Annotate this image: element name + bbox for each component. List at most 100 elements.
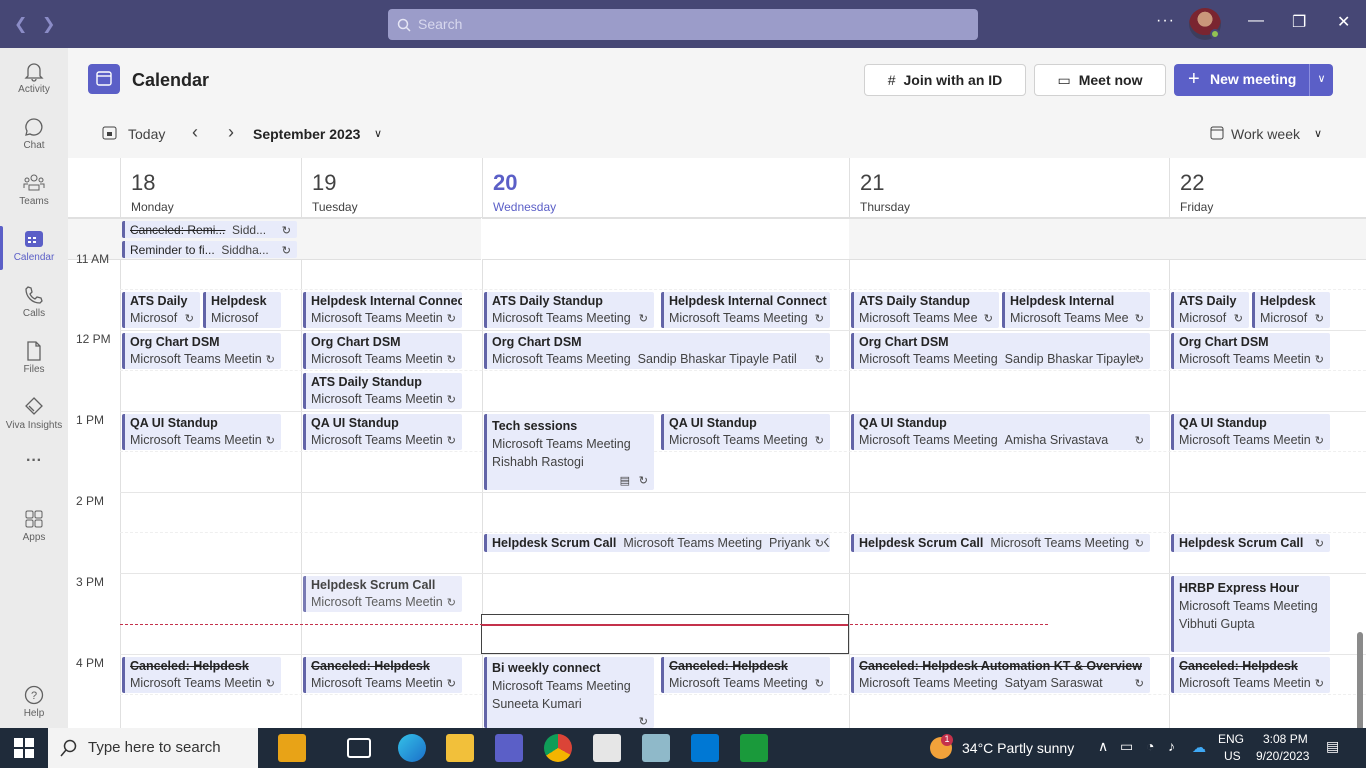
event-org-chart[interactable]: Org Chart DSM Microsoft Teams Meetin ↻ xyxy=(122,333,281,369)
view-switcher[interactable]: Work week xyxy=(1231,126,1300,142)
volume-icon[interactable]: ♪ xyxy=(1168,738,1175,754)
event-org-chart[interactable]: Org Chart DSM Microsoft Teams Meetin ↻ xyxy=(303,333,462,369)
rail-help[interactable]: ? Help xyxy=(0,678,68,730)
event-ats-standup[interactable]: ATS Daily Standup Microsoft Teams Mee ↻ xyxy=(851,292,999,328)
viva-insights-icon xyxy=(25,397,43,415)
more-options-icon[interactable]: ··· xyxy=(1156,12,1175,30)
event-helpdesk-internal[interactable]: Helpdesk Internal Connect Microsoft Teams… xyxy=(303,292,462,328)
event-helpdesk[interactable]: Helpdesk Microsof xyxy=(203,292,281,328)
minimize-icon[interactable]: — xyxy=(1248,12,1264,30)
battery-icon[interactable]: ▭ xyxy=(1120,738,1133,755)
app-icon[interactable] xyxy=(642,734,670,762)
new-meeting-dropdown[interactable]: ∨ xyxy=(1309,64,1333,96)
rail-apps[interactable]: Apps xyxy=(0,502,68,554)
rail-activity[interactable]: Activity xyxy=(0,54,68,106)
event-helpdesk[interactable]: Helpdesk Microsof ↻ xyxy=(1252,292,1330,328)
today-button[interactable]: Today xyxy=(128,126,165,142)
day-header-friday[interactable]: 22 Friday xyxy=(1169,158,1366,218)
event-org-chart[interactable]: Org Chart DSM Microsoft Teams Meeting San… xyxy=(484,333,830,369)
weather-text[interactable]: 34°C Partly sunny xyxy=(962,740,1074,756)
search-input[interactable]: Search xyxy=(388,9,978,40)
event-canceled[interactable]: Canceled: Helpdesk Microsoft Teams Meetin… xyxy=(122,657,281,693)
event-canceled[interactable]: Canceled: Helpdesk Microsoft Teams Meetin… xyxy=(661,657,830,693)
day-header-tuesday[interactable]: 19 Tuesday xyxy=(301,158,482,218)
recurring-icon: ↻ xyxy=(1314,435,1324,447)
event-organizer: Sandip Bhaskar Tipayle xyxy=(1004,352,1137,366)
clock-time[interactable]: 3:08 PM xyxy=(1263,732,1308,746)
meet-now-button[interactable]: ▭ Meet now xyxy=(1034,64,1166,96)
event-ats-standup[interactable]: ATS Daily Standup Microsoft Teams Meeting… xyxy=(484,292,654,328)
event-org-chart[interactable]: Org Chart DSM Microsoft Teams Meetin ↻ xyxy=(1171,333,1330,369)
join-with-id-button[interactable]: # Join with an ID xyxy=(864,64,1026,96)
event-canceled[interactable]: Canceled: Helpdesk Automation KT & Overv… xyxy=(851,657,1150,693)
event-scrum-call[interactable]: Helpdesk Scrum Call Microsoft Teams Meet… xyxy=(851,534,1150,552)
task-view-icon[interactable] xyxy=(347,738,371,758)
event-helpdesk-internal[interactable]: Helpdesk Internal Connect Microsoft Teams… xyxy=(661,292,830,328)
event-ats-daily[interactable]: ATS Daily Microsof ↻ xyxy=(1171,292,1249,328)
event-qa-standup[interactable]: QA UI Standup Microsoft Teams Meetin ↻ xyxy=(303,414,462,450)
event-subtitle: Microsoft Teams Meeting xyxy=(1179,599,1318,613)
rail-calendar[interactable]: Calendar xyxy=(0,222,68,274)
event-qa-standup[interactable]: QA UI Standup Microsoft Teams Meeting Ami… xyxy=(851,414,1150,450)
all-day-event[interactable]: Reminder to fi... Siddha... ↻ xyxy=(122,241,297,258)
event-org-chart[interactable]: Org Chart DSM Microsoft Teams Meeting San… xyxy=(851,333,1150,369)
event-qa-standup[interactable]: QA UI Standup Microsoft Teams Meetin ↻ xyxy=(1171,414,1330,450)
event-ats-standup[interactable]: ATS Daily Standup Microsoft Teams Meetin ↻ xyxy=(303,373,462,409)
scrollbar[interactable] xyxy=(1357,632,1363,728)
day-name: Thursday xyxy=(860,200,911,214)
event-scrum-call[interactable]: Helpdesk Scrum Call Microsoft Teams Meeti… xyxy=(303,576,462,612)
event-bi-weekly[interactable]: Bi weekly connect Microsoft Teams Meeting… xyxy=(484,657,654,728)
event-canceled[interactable]: Canceled: Helpdesk Microsoft Teams Meetin… xyxy=(1171,657,1330,693)
event-scrum-call[interactable]: Helpdesk Scrum Call Microsoft Teams Meet… xyxy=(484,534,830,552)
back-icon[interactable]: ❮ xyxy=(14,14,27,34)
notification-icon[interactable]: ▤ xyxy=(1326,738,1339,755)
edge-icon[interactable] xyxy=(398,734,426,762)
snip-icon[interactable] xyxy=(691,734,719,762)
taskbar-search[interactable]: Type here to search xyxy=(48,728,258,768)
day-header-wednesday[interactable]: 20 Wednesday xyxy=(482,158,849,218)
media-player-icon[interactable] xyxy=(740,734,768,762)
chevron-down-icon[interactable]: ∨ xyxy=(374,127,382,140)
previous-week-icon[interactable]: ‹ xyxy=(192,122,198,143)
page-title: Calendar xyxy=(132,70,210,90)
event-ats-daily[interactable]: ATS Daily Microsof ↻ xyxy=(122,292,200,328)
chevron-down-icon[interactable]: ∨ xyxy=(1314,127,1322,140)
day-header-thursday[interactable]: 21 Thursday xyxy=(849,158,1169,218)
event-scrum-call[interactable]: Helpdesk Scrum Call M↻ xyxy=(1171,534,1330,552)
selected-time-slot[interactable] xyxy=(481,614,849,654)
teams-app-icon[interactable] xyxy=(495,734,523,762)
windows-start-icon[interactable] xyxy=(14,738,34,761)
briefcase-icon[interactable] xyxy=(278,734,306,762)
month-picker[interactable]: September 2023 xyxy=(253,126,360,142)
chrome-icon[interactable] xyxy=(544,734,572,762)
help-icon: ? xyxy=(24,685,44,705)
language-indicator[interactable]: ENG xyxy=(1218,732,1244,746)
hour-line xyxy=(120,492,1366,493)
file-explorer-icon[interactable] xyxy=(446,734,474,762)
rail-files[interactable]: Files xyxy=(0,334,68,386)
event-hrbp[interactable]: HRBP Express Hour Microsoft Teams Meeting… xyxy=(1171,576,1330,652)
next-week-icon[interactable]: › xyxy=(228,122,234,143)
event-title: Org Chart DSM xyxy=(492,335,582,349)
chevron-up-icon[interactable]: ∧ xyxy=(1098,738,1108,755)
rail-teams[interactable]: Teams xyxy=(0,166,68,218)
dropbox-icon[interactable] xyxy=(593,734,621,762)
event-tech-sessions[interactable]: Tech sessions Microsoft Teams Meeting Rish… xyxy=(484,414,654,490)
onedrive-icon[interactable]: ☁ xyxy=(1192,739,1206,756)
wifi-icon[interactable]: ◔ xyxy=(1146,738,1154,754)
close-icon[interactable]: ✕ xyxy=(1337,12,1350,32)
event-helpdesk-internal[interactable]: Helpdesk Internal Microsoft Teams Mee ↻ xyxy=(1002,292,1150,328)
rail-chat[interactable]: Chat xyxy=(0,110,68,162)
new-meeting-button[interactable]: + New meeting xyxy=(1174,64,1328,96)
event-title: Helpdesk xyxy=(211,294,267,308)
event-canceled[interactable]: Canceled: Helpdesk Microsoft Teams Meetin… xyxy=(303,657,462,693)
event-qa-standup[interactable]: QA UI Standup Microsoft Teams Meetin ↻ xyxy=(122,414,281,450)
restore-icon[interactable]: ❐ xyxy=(1292,12,1306,32)
forward-icon[interactable]: ❯ xyxy=(42,14,55,34)
event-qa-standup[interactable]: QA UI Standup Microsoft Teams Meeting ↻ xyxy=(661,414,830,450)
more-apps-icon[interactable]: ··· xyxy=(0,452,68,504)
day-header-monday[interactable]: 18 Monday xyxy=(120,158,301,218)
all-day-event[interactable]: Canceled: Remi... Sidd... ↻ xyxy=(122,221,297,238)
rail-viva-insights[interactable]: Viva Insights xyxy=(0,390,68,442)
rail-calls[interactable]: Calls xyxy=(0,278,68,330)
